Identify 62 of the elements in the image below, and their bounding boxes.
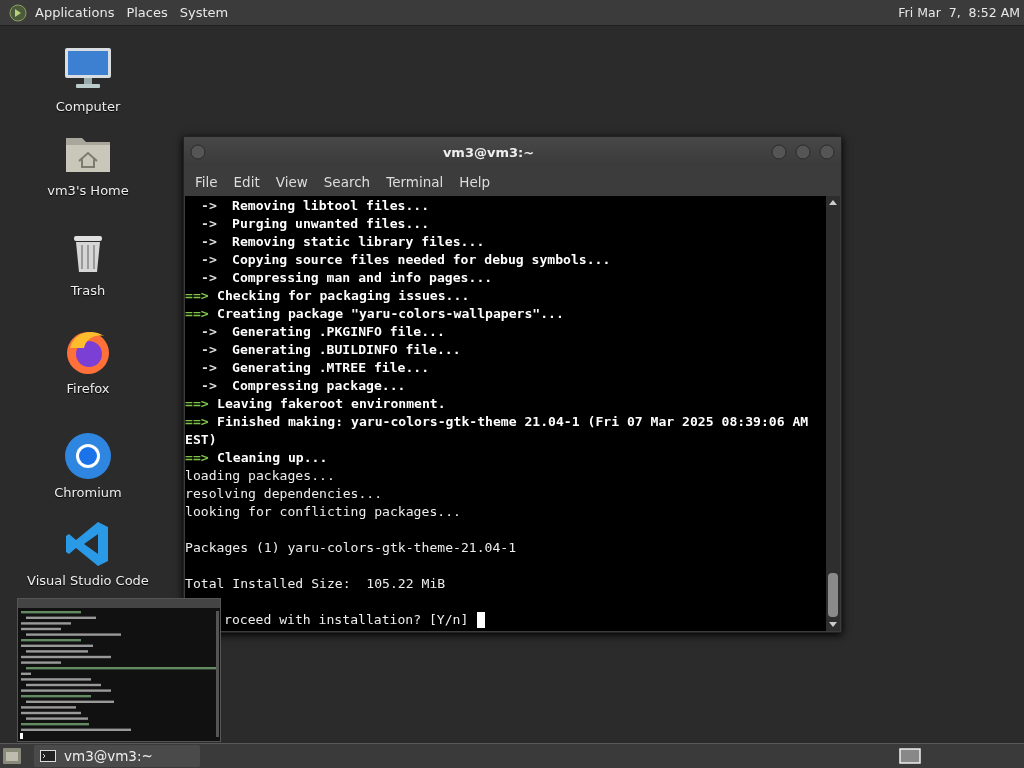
scrollbar[interactable] bbox=[826, 196, 840, 631]
arrow-prefix: -> bbox=[200, 323, 218, 341]
panel-menu[interactable]: Applications bbox=[35, 5, 115, 20]
output-line: Compressing package... bbox=[232, 377, 406, 395]
output-line: Removing libtool files... bbox=[232, 197, 430, 215]
show-desktop-icon[interactable] bbox=[2, 747, 22, 765]
output-line: Generating .PKGINFO file... bbox=[232, 323, 445, 341]
arrow-prefix: ==> bbox=[185, 287, 209, 305]
prompt-line: roceed with installation? [Y/n] bbox=[224, 611, 469, 629]
arrow-prefix: -> bbox=[200, 377, 218, 395]
arrow-prefix: -> bbox=[200, 341, 218, 359]
output-line: Checking for packaging issues... bbox=[217, 287, 470, 305]
output-line: loading packages... bbox=[185, 467, 335, 485]
clock[interactable]: Fri Mar 7, 8:52 AM bbox=[898, 5, 1024, 20]
scroll-thumb[interactable] bbox=[828, 573, 838, 617]
output-line: Generating .BUILDINFO file... bbox=[232, 341, 461, 359]
output-line: Compressing man and info pages... bbox=[232, 269, 493, 287]
arrow-prefix: -> bbox=[200, 251, 218, 269]
menu-item[interactable]: Edit bbox=[225, 173, 268, 190]
arrow-prefix: ==> bbox=[185, 413, 209, 431]
arrow-prefix: ==> bbox=[185, 449, 209, 467]
output-line: Purging unwanted files... bbox=[232, 215, 430, 233]
output-line: Creating package "yaru-colors-wallpapers"... bbox=[217, 305, 564, 323]
output-line: Copying source files needed for debug symbols... bbox=[232, 251, 611, 269]
browser-circle-icon[interactable] bbox=[62, 430, 114, 482]
menu-item[interactable]: File bbox=[187, 173, 226, 190]
scroll-up-icon[interactable] bbox=[828, 198, 838, 206]
icon-label[interactable]: Chromium bbox=[54, 485, 122, 500]
arrow-prefix: -> bbox=[200, 269, 218, 287]
output-line: Total Installed Size: 105.22 MiB bbox=[185, 575, 446, 593]
icon-label[interactable]: Computer bbox=[55, 99, 121, 114]
menu-item[interactable]: Terminal bbox=[378, 173, 452, 190]
window-title: vm3@vm3:~ bbox=[441, 144, 536, 160]
icon-label[interactable]: Firefox bbox=[66, 381, 110, 396]
workspace-switcher[interactable] bbox=[899, 748, 921, 764]
arrow-prefix: ==> bbox=[185, 395, 209, 413]
panel-menu[interactable]: Places bbox=[126, 5, 168, 20]
arrow-prefix: -> bbox=[200, 233, 218, 251]
panel-menu[interactable]: System bbox=[179, 5, 229, 20]
menu-item[interactable]: Search bbox=[315, 173, 379, 190]
output-line: Cleaning up... bbox=[217, 449, 328, 467]
output-line: resolving dependencies... bbox=[185, 485, 383, 503]
scroll-down-icon[interactable] bbox=[828, 621, 838, 629]
icon-label[interactable]: Trash bbox=[70, 283, 106, 298]
output-line: Generating .MTREE file... bbox=[232, 359, 430, 377]
arrow-prefix: -> bbox=[200, 215, 218, 233]
output-line: Packages (1) yaru-colors-gtk-theme-21.04-1 bbox=[185, 539, 517, 557]
menu-item[interactable]: Help bbox=[451, 173, 499, 190]
arrow-prefix: ==> bbox=[185, 305, 209, 323]
output-line: EST) bbox=[185, 431, 217, 449]
icon-label[interactable]: Visual Studio Code bbox=[27, 573, 149, 588]
icon-label[interactable]: vm3's Home bbox=[47, 183, 129, 198]
arrow-prefix: -> bbox=[200, 359, 218, 377]
terminal-icon bbox=[40, 750, 56, 762]
output-line: Finished making: yaru-colors-gtk-theme 21.04-1 (Fri 07 Mar 2025 08:39:06 AM bbox=[217, 413, 809, 431]
arrow-prefix: -> bbox=[200, 197, 218, 215]
text-cursor bbox=[477, 612, 486, 628]
output-line: Removing static library files... bbox=[232, 233, 485, 251]
menu-item[interactable]: View bbox=[267, 173, 316, 190]
output-line: looking for conflicting packages... bbox=[185, 503, 461, 521]
output-line: Leaving fakeroot environment. bbox=[217, 395, 446, 413]
taskbar-button[interactable]: vm3@vm3:~ bbox=[34, 745, 200, 767]
